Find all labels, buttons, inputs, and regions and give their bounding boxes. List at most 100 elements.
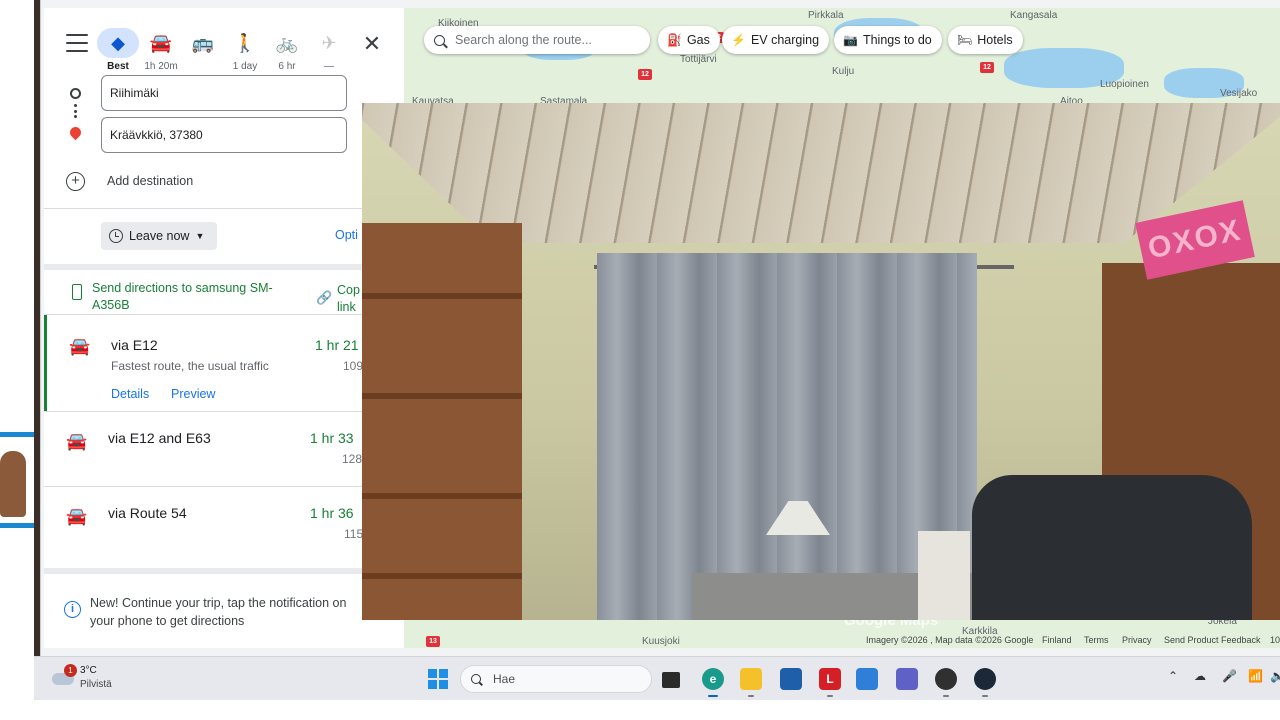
send-to-phone-row: Send directions to samsung SM-A356B 🔗 Co… <box>44 272 406 316</box>
place-label: Kulju <box>832 66 855 77</box>
mode-driving[interactable]: 🚘 1h 20m <box>139 28 183 78</box>
gas-icon: ⛽ <box>667 33 682 47</box>
feedback-link[interactable]: Send Product Feedback <box>1164 635 1261 645</box>
plane-icon: ✈ <box>321 33 337 53</box>
chip-ev-charging[interactable]: ⚡ EV charging <box>722 26 830 54</box>
directions-panel: ◆ Best 🚘 1h 20m 🚌 🚶 1 day 🚲 6 hr ✈ — ✕ R… <box>44 8 406 648</box>
bike-icon: 🚲 <box>275 33 299 53</box>
wifi-icon[interactable]: 📶 <box>1248 669 1263 683</box>
place-label: Luopioinen <box>1100 79 1149 90</box>
add-destination-label: Add destination <box>107 174 194 188</box>
windows-start-icon[interactable] <box>428 669 448 689</box>
road-shield: 12 <box>980 62 994 73</box>
weather-widget[interactable]: 1 3°C Pilvistä <box>50 663 120 695</box>
chip-label: EV charging <box>750 33 820 47</box>
notification-banner: i New! Continue your trip, tap the notif… <box>44 582 406 642</box>
menu-icon[interactable] <box>66 34 88 52</box>
microphone-icon[interactable]: 🎤 <box>1222 669 1237 683</box>
search-placeholder: Search along the route... <box>455 33 592 47</box>
origin-input[interactable]: Riihimäki <box>101 75 347 111</box>
terms-link[interactable]: Terms <box>1084 635 1109 645</box>
place-label: Vesijako <box>1220 88 1258 99</box>
attribution: Imagery ©2026 , Map data ©2026 Google <box>866 635 1034 645</box>
obs-icon[interactable] <box>935 668 957 697</box>
taskbar-search[interactable]: Hae <box>460 665 652 693</box>
close-icon[interactable]: ✕ <box>360 32 384 56</box>
chip-label: Hotels <box>977 33 1013 47</box>
scale-label: 10 <box>1270 635 1280 645</box>
options-link[interactable]: Opti <box>335 228 358 242</box>
partial-video-window[interactable] <box>0 432 34 528</box>
details-button[interactable]: Details <box>111 387 149 401</box>
mode-flights[interactable]: ✈ — <box>307 28 351 78</box>
route-description: Fastest route, the usual traffic <box>111 359 269 373</box>
camera-feed-overlay[interactable]: OXOX <box>362 103 1280 620</box>
teams-icon[interactable] <box>896 668 918 690</box>
add-destination-button[interactable]: + Add destination <box>66 169 193 193</box>
route-option-2[interactable]: 🚘 via E12 and E63 1 hr 33 128 <box>44 412 406 486</box>
info-icon: i <box>64 601 81 618</box>
place-label: Pirkkala <box>808 10 844 21</box>
chip-hotels[interactable]: 🛏 Hotels <box>948 26 1023 54</box>
edge-icon[interactable]: e <box>702 668 724 697</box>
car-icon: 🚘 <box>66 507 88 526</box>
more-vertical-icon[interactable] <box>74 104 77 118</box>
place-label: Tottijärvi <box>680 54 717 65</box>
travel-mode-bar: ◆ Best 🚘 1h 20m 🚌 🚶 1 day 🚲 6 hr ✈ — ✕ <box>44 16 406 76</box>
route-duration: 1 hr 33 <box>310 430 354 446</box>
bookshelf <box>362 223 522 620</box>
chip-things-to-do[interactable]: 📷 Things to do <box>834 26 942 54</box>
route-duration: 1 hr 21 <box>315 337 359 353</box>
chevron-up-icon[interactable]: ⌃ <box>1168 669 1178 683</box>
route-distance: 128 <box>342 452 363 466</box>
mode-transit[interactable]: 🚌 <box>181 28 225 78</box>
section-divider <box>44 264 406 270</box>
weather-temp: 3°C <box>80 665 97 676</box>
notification-badge: 1 <box>64 664 77 677</box>
clock-icon <box>109 229 123 243</box>
notification-text: New! Continue your trip, tap the notific… <box>90 596 347 628</box>
preview-button[interactable]: Preview <box>171 387 215 401</box>
mode-cycling[interactable]: 🚲 6 hr <box>265 28 309 78</box>
chip-gas[interactable]: ⛽ Gas <box>658 26 720 54</box>
chip-label: Gas <box>686 33 710 47</box>
leave-now-label: Leave now <box>129 229 190 243</box>
link-icon: 🔗 <box>316 290 333 305</box>
bed-icon: 🛏 <box>957 33 973 47</box>
camera-icon: 📷 <box>843 33 858 47</box>
send-directions-link[interactable]: Send directions to samsung SM-A356B <box>92 280 302 314</box>
search-icon <box>471 674 481 684</box>
caret-down-icon: ▼ <box>195 231 205 241</box>
steam-icon[interactable] <box>974 668 996 697</box>
chip-label: Things to do <box>862 33 932 47</box>
route-distance: 115 <box>344 527 364 541</box>
file-explorer-icon[interactable] <box>740 668 762 697</box>
mode-best[interactable]: ◆ Best <box>96 28 140 78</box>
route-via: via E12 and E63 <box>108 430 211 446</box>
cloud-sync-icon[interactable]: ☁ <box>1194 669 1206 683</box>
country-link[interactable]: Finland <box>1042 635 1072 645</box>
ev-charging-icon: ⚡ <box>731 33 746 47</box>
app-l-icon[interactable]: L <box>819 668 841 697</box>
privacy-link[interactable]: Privacy <box>1122 635 1152 645</box>
route-via: via Route 54 <box>108 505 187 521</box>
destination-pin-icon <box>67 124 84 141</box>
leave-now-dropdown[interactable]: Leave now ▼ <box>101 222 217 250</box>
outlook-icon[interactable] <box>856 668 878 690</box>
search-along-route-input[interactable]: Search along the route... <box>424 26 650 54</box>
route-option-1[interactable]: 🚘 via E12 Fastest route, the usual traff… <box>44 315 406 411</box>
directions-diamond-icon: ◆ <box>97 28 139 58</box>
destination-input[interactable]: Kräävkkiö, 37380 <box>101 117 347 153</box>
chair <box>972 475 1252 620</box>
car-icon: 🚘 <box>66 432 88 451</box>
route-via: via E12 <box>111 337 158 353</box>
map-footer: Imagery ©2026 , Map data ©2026 Google Fi… <box>404 632 1280 648</box>
task-view-icon[interactable] <box>662 672 680 688</box>
mode-walking[interactable]: 🚶 1 day <box>223 28 267 78</box>
store-icon[interactable] <box>780 668 802 690</box>
place-label: Kangasala <box>1010 10 1058 21</box>
car-icon: 🚘 <box>149 33 173 53</box>
speaker-icon[interactable]: 🔈 <box>1270 669 1280 683</box>
route-option-3[interactable]: 🚘 via Route 54 1 hr 36 115 <box>44 487 406 561</box>
cabinet <box>918 531 970 620</box>
